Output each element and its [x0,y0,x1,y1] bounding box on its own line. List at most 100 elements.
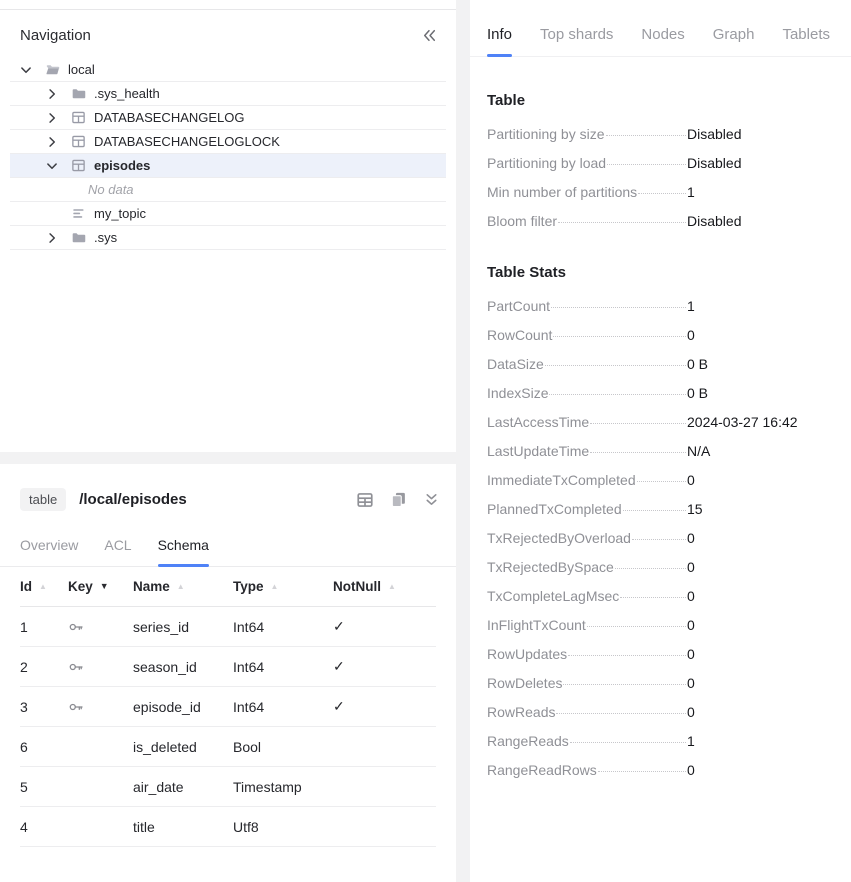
info-value: 0 [687,530,695,546]
double-chevron-left-icon[interactable] [421,27,438,44]
info-left: RangeReadRows [487,762,687,778]
tab-acl[interactable]: ACL [104,531,131,566]
double-chevron-down-icon[interactable] [422,491,440,509]
horizontal-splitter[interactable] [0,452,456,464]
copy-icon[interactable] [389,491,407,509]
tree-item-no-data: No data [10,178,446,202]
chevron-right-icon[interactable] [44,230,60,246]
column-header-key[interactable]: Key▼ [68,579,133,594]
info-label: RangeReads [487,733,569,749]
info-row-partcount: PartCount1 [487,298,845,314]
tree-item-label: episodes [94,158,150,173]
dotted-leader [590,452,686,453]
info-label: Min number of partitions [487,184,637,200]
dotted-leader [606,135,686,136]
schema-table: Id▲Key▼Name ▲ Type▲NotNull▲ 1series_idInt6… [20,567,436,847]
info-value: 0 [687,559,695,575]
tab-schema[interactable]: Schema [158,531,209,566]
column-header-label: Id [20,579,32,594]
info-label: Partitioning by size [487,126,605,142]
tab-nodes[interactable]: Nodes [641,20,684,56]
info-label: RowUpdates [487,646,567,662]
column-header-id[interactable]: Id▲ [20,579,68,594]
column-header-label: Type [233,579,264,594]
info-value: 0 [687,472,695,488]
dotted-leader [587,626,686,627]
info-left: InFlightTxCount [487,617,687,633]
dotted-leader [545,365,686,366]
info-left: ImmediateTxCompleted [487,472,687,488]
tab-overview[interactable]: Overview [20,531,78,566]
cell-name: series_id [133,619,233,635]
info-group: RowUpdates0RowDeletes0RowReads0RangeRead… [487,646,845,778]
key-icon [68,659,133,675]
info-left: LastUpdateTime [487,443,687,459]
chevron-down-icon[interactable] [18,62,34,78]
info-value: 0 B [687,356,708,372]
dotted-leader [549,394,686,395]
navigation-tree: local.sys_healthDATABASECHANGELOGDATABAS… [10,58,446,250]
info-value: 0 [687,675,695,691]
info-row-rowcount: RowCount0 [487,327,845,343]
dotted-leader [620,597,686,598]
tree-item-local[interactable]: local [10,58,446,82]
tab-graph[interactable]: Graph [713,20,755,56]
cell-type: Int64 [233,659,333,675]
chevron-right-icon[interactable] [44,110,60,126]
info-group: PartCount1RowCount0DataSize0 BIndexSize0… [487,298,845,401]
column-header-label: Name [133,579,170,594]
left-pane: Navigation local.sys_healthDATABASECHANG… [0,0,456,882]
cell-type: Utf8 [233,819,333,835]
info-left: Partitioning by load [487,155,687,171]
info-row-lastupdatetime: LastUpdateTimeN/A [487,443,845,459]
info-label: TxCompleteLagMsec [487,588,619,604]
info-group: Partitioning by sizeDisabledPartitioning… [487,126,845,229]
column-header-type[interactable]: Type▲ [233,579,333,594]
cell-type: Int64 [233,699,333,715]
sort-asc-icon: ▲ [177,583,185,591]
dotted-leader [607,164,686,165]
info-value: 0 [687,617,695,633]
info-label: LastUpdateTime [487,443,589,459]
cell-type: Int64 [233,619,333,635]
info-left: RowCount [487,327,687,343]
tree-item-sys[interactable]: .sys [10,226,446,250]
tree-item-episodes[interactable]: episodes [10,154,446,178]
cell-name: title [133,819,233,835]
vertical-splitter[interactable] [456,0,470,882]
info-label: Partitioning by load [487,155,606,171]
chevron-right-icon[interactable] [44,134,60,150]
cell-id: 5 [20,779,68,795]
tree-item-databasechangelog[interactable]: DATABASECHANGELOG [10,106,446,130]
chevron-right-icon[interactable] [44,86,60,102]
tree-item-databasechangeloglock[interactable]: DATABASECHANGELOGLOCK [10,130,446,154]
schema-row-is-deleted: 6is_deletedBool [20,727,436,767]
schema-row-title: 4titleUtf8 [20,807,436,847]
info-row-datasize: DataSize0 B [487,356,845,372]
column-header-notnull[interactable]: NotNull▲ [333,579,436,594]
schema-row-series-id: 1series_idInt64✓ [20,607,436,647]
info-left: RowReads [487,704,687,720]
object-toolbar [356,491,440,509]
info-label: PartCount [487,298,550,314]
tab-top-shards[interactable]: Top shards [540,20,613,56]
info-left: Bloom filter [487,213,687,229]
info-value: 1 [687,184,695,200]
chevron-down-icon[interactable] [44,158,60,174]
tab-tablets[interactable]: Tablets [782,20,830,56]
table-grid-icon[interactable] [356,491,374,509]
info-row-rangereads: RangeReads1 [487,733,845,749]
info-row-partitioning-by-load: Partitioning by loadDisabled [487,155,845,171]
info-value: 2024-03-27 16:42 [687,414,798,430]
expander-spacer [44,206,60,222]
tree-item-my-topic[interactable]: my_topic [10,202,446,226]
cell-name: is_deleted [133,739,233,755]
column-header-name[interactable]: Name ▲ [133,579,233,594]
info-label: TxRejectedByOverload [487,530,631,546]
dotted-leader [551,307,686,308]
tree-item-label: No data [88,182,134,197]
object-tabs: Overview ACL Schema [0,531,456,567]
tree-item-sys-health[interactable]: .sys_health [10,82,446,106]
folder-icon [70,230,86,246]
tab-info[interactable]: Info [487,20,512,56]
